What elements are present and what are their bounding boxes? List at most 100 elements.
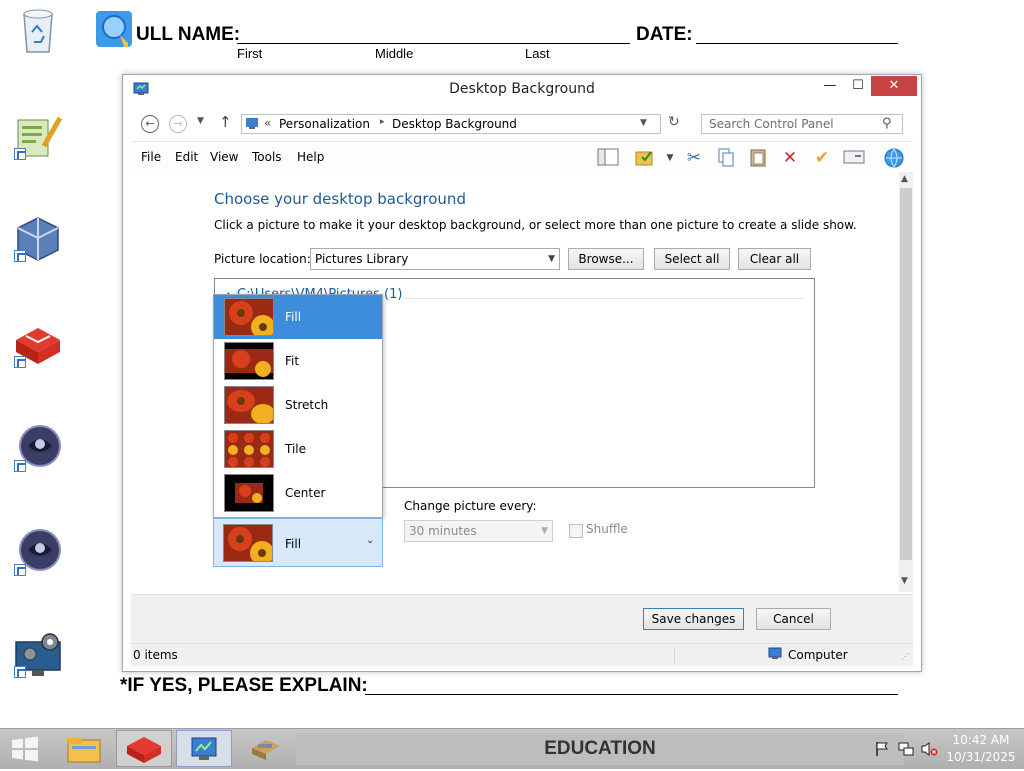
shortcut-arrow-icon bbox=[14, 148, 26, 160]
clock-date[interactable]: 10/31/2025 bbox=[946, 750, 1016, 764]
menu-view[interactable]: View bbox=[210, 150, 238, 164]
search-icon[interactable]: ⚲ bbox=[882, 116, 892, 131]
red-box-app-icon[interactable] bbox=[14, 320, 62, 368]
stretch-thumbnail bbox=[224, 386, 274, 424]
start-button[interactable] bbox=[0, 730, 50, 767]
shortcut-arrow-icon bbox=[14, 356, 26, 368]
full-name-label: ULL NAME: bbox=[136, 24, 241, 45]
notepad-plus-icon[interactable] bbox=[14, 112, 63, 160]
option-label: Stretch bbox=[285, 398, 329, 412]
position-option-center[interactable]: Center bbox=[214, 471, 382, 515]
volume-muted-icon[interactable] bbox=[920, 741, 938, 757]
group-header-rule bbox=[403, 298, 803, 299]
explain-label: *IF YES, PLEASE EXPLAIN: bbox=[120, 675, 368, 696]
control-panel-taskbar-icon[interactable] bbox=[176, 730, 232, 767]
fill-thumbnail bbox=[224, 298, 274, 336]
breadcrumb-personalization[interactable]: Personalization bbox=[279, 117, 370, 131]
paste-icon[interactable] bbox=[747, 147, 769, 169]
computer-settings-icon[interactable] bbox=[14, 630, 62, 678]
cancel-button[interactable]: Cancel bbox=[756, 608, 831, 630]
chevron-down-icon[interactable]: ⌄ bbox=[366, 535, 374, 546]
scrollbar-thumb[interactable] bbox=[900, 188, 912, 560]
recycle-bin-icon[interactable] bbox=[18, 6, 66, 54]
position-option-fit[interactable]: Fit bbox=[214, 339, 382, 383]
clock-time[interactable]: 10:42 AM bbox=[946, 733, 1016, 747]
maximize-button[interactable]: ☐ bbox=[845, 76, 871, 96]
address-prefix: « bbox=[264, 116, 272, 130]
resize-grip-icon[interactable]: ⋰ bbox=[901, 652, 909, 661]
page-description: Click a picture to make it your desktop … bbox=[214, 218, 857, 232]
selected-position-thumbnail bbox=[223, 524, 273, 562]
button-footer: Save changes Cancel bbox=[131, 594, 913, 643]
change-picture-value: 30 minutes bbox=[409, 524, 477, 538]
picture-position-dropdown[interactable]: Fill Fit Stretch Tile Center bbox=[213, 294, 383, 518]
layout-pane-icon[interactable] bbox=[597, 147, 619, 169]
option-label: Center bbox=[285, 486, 326, 500]
full-name-line bbox=[237, 43, 630, 44]
menu-file[interactable]: File bbox=[141, 150, 161, 164]
refresh-icon[interactable]: ↻ bbox=[668, 114, 680, 130]
internet-globe-icon[interactable] bbox=[883, 147, 905, 169]
red-box-taskbar-icon[interactable] bbox=[116, 730, 172, 767]
change-picture-label: Change picture every: bbox=[404, 499, 537, 513]
view-options-icon[interactable] bbox=[843, 147, 865, 169]
file-explorer-taskbar-icon[interactable] bbox=[56, 730, 112, 767]
network-icon[interactable] bbox=[898, 741, 914, 757]
shortcut-arrow-icon bbox=[14, 564, 26, 576]
picture-location-value: Pictures Library bbox=[315, 252, 409, 266]
date-line bbox=[696, 43, 898, 44]
save-changes-button[interactable]: Save changes bbox=[643, 608, 744, 630]
app-taskbar-icon[interactable] bbox=[238, 730, 294, 767]
forward-button[interactable]: → bbox=[169, 115, 187, 133]
security-app-icon-2[interactable] bbox=[14, 528, 62, 576]
address-dropdown-chevron-icon[interactable]: ▼ bbox=[640, 118, 647, 128]
change-picture-select[interactable]: 30 minutes ▼ bbox=[404, 520, 553, 542]
breadcrumb-desktop-background[interactable]: Desktop Background bbox=[392, 117, 517, 131]
breadcrumb-separator: ▸ bbox=[380, 117, 385, 127]
delete-icon[interactable]: ✕ bbox=[779, 147, 801, 169]
selected-position-label: Fill bbox=[285, 537, 302, 551]
menu-tools[interactable]: Tools bbox=[252, 150, 282, 164]
clear-all-button[interactable]: Clear all bbox=[738, 248, 811, 270]
recent-locations-chevron-icon[interactable]: ▼ bbox=[197, 116, 204, 126]
position-option-tile[interactable]: Tile bbox=[214, 427, 382, 471]
menu-help[interactable]: Help bbox=[297, 150, 324, 164]
tile-thumbnail bbox=[224, 430, 274, 468]
cut-icon[interactable]: ✂ bbox=[683, 147, 705, 169]
organize-dropdown-icon[interactable]: ▼ bbox=[659, 147, 681, 169]
middle-label: Middle bbox=[375, 46, 414, 61]
browse-button[interactable]: Browse... bbox=[568, 248, 644, 270]
picture-position-select[interactable]: Fill ⌄ bbox=[213, 518, 383, 567]
close-button[interactable]: ✕ bbox=[871, 76, 917, 96]
select-all-button[interactable]: Select all bbox=[654, 248, 730, 270]
vertical-scrollbar[interactable]: ▲ ▼ bbox=[899, 172, 913, 592]
copy-icon[interactable] bbox=[715, 147, 737, 169]
shortcut-arrow-icon bbox=[14, 666, 26, 678]
taskbar: EDUCATION 10:42 AM 10/31/2025 bbox=[0, 728, 1024, 769]
page-heading: Choose your desktop background bbox=[214, 190, 466, 208]
shortcut-arrow-icon bbox=[14, 250, 26, 262]
address-bar[interactable]: « Personalization ▸ Desktop Background ▼ bbox=[241, 114, 661, 134]
minimize-button[interactable]: — bbox=[817, 76, 843, 96]
up-arrow-icon[interactable]: ↑ bbox=[219, 113, 232, 131]
search-placeholder: Search Control Panel bbox=[709, 117, 834, 131]
taskbar-banner: EDUCATION bbox=[296, 733, 904, 765]
back-button[interactable]: ← bbox=[141, 115, 159, 133]
explain-line bbox=[365, 694, 898, 695]
title-bar[interactable]: Desktop Background — ☐ ✕ bbox=[123, 75, 921, 105]
shuffle-checkbox[interactable] bbox=[569, 524, 583, 538]
document-app-icon[interactable] bbox=[94, 9, 134, 49]
position-option-stretch[interactable]: Stretch bbox=[214, 383, 382, 427]
position-option-fill[interactable]: Fill bbox=[214, 295, 382, 339]
search-input[interactable]: Search Control Panel ⚲ bbox=[701, 114, 903, 134]
menu-edit[interactable]: Edit bbox=[175, 150, 198, 164]
action-center-flag-icon[interactable] bbox=[874, 741, 890, 757]
navigation-bar: ← → ▼ ↑ « Personalization ▸ Desktop Back… bbox=[131, 109, 913, 139]
scroll-up-icon[interactable]: ▲ bbox=[901, 174, 908, 184]
scroll-down-icon[interactable]: ▼ bbox=[901, 576, 908, 586]
picture-location-select[interactable]: Pictures Library ▼ bbox=[310, 248, 560, 270]
security-app-icon-1[interactable] bbox=[14, 424, 62, 472]
properties-check-icon[interactable]: ✔ bbox=[811, 147, 833, 169]
virtualbox-icon[interactable] bbox=[14, 214, 62, 262]
folder-options-icon[interactable] bbox=[634, 147, 656, 169]
